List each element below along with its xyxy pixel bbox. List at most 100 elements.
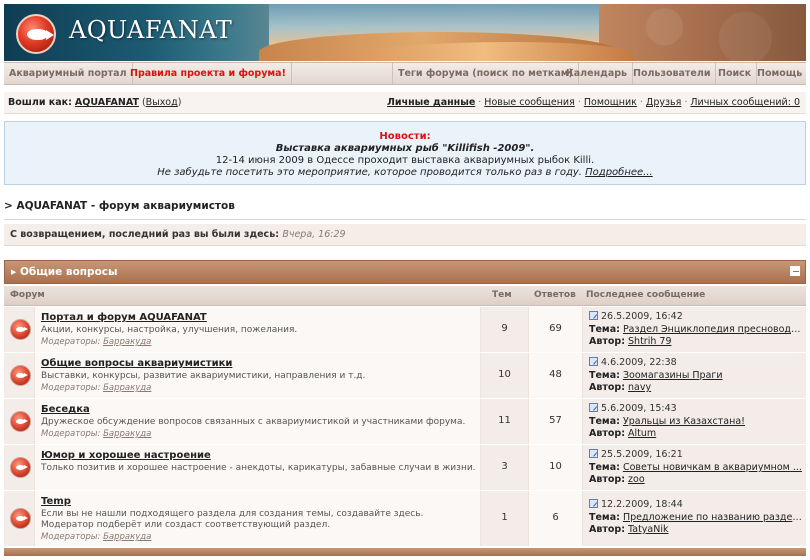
- last-post-author: Автор: Altum: [589, 428, 657, 439]
- author-link[interactable]: Altum: [628, 428, 656, 439]
- last-post-icon[interactable]: [589, 311, 598, 320]
- last-post-topic: Тема: Советы новичкам в аквариумном ...: [589, 462, 802, 473]
- col-last-post: Последнее сообщение: [586, 290, 706, 300]
- last-post-date: 12.2.2009, 18:44: [589, 499, 683, 510]
- forum-description: Модератор подберёт или создаст соответст…: [41, 520, 331, 530]
- forum-status-icon: [10, 457, 31, 478]
- forum-status-icon: [10, 319, 31, 340]
- main-nav: Аквариумный портал Правила проекта и фор…: [4, 62, 806, 85]
- category-header: ▸ Общие вопросы: [4, 260, 806, 284]
- nav-help[interactable]: Помощь: [752, 63, 807, 84]
- login-status: Вошли как: AQUAFANAT (Выход): [8, 97, 182, 108]
- last-post-author: Автор: navy: [589, 382, 652, 393]
- last-topic-link[interactable]: Предложение по названию раздела...: [623, 512, 805, 523]
- nav-users[interactable]: Пользователи: [628, 63, 717, 84]
- forum-moderators: Модераторы: Барракуда: [41, 337, 152, 347]
- breadcrumb-title[interactable]: AQUAFANAT - форум аквариумистов: [16, 200, 234, 212]
- username-link[interactable]: AQUAFANAT: [75, 97, 139, 108]
- profile-link[interactable]: Личные данные: [387, 97, 475, 108]
- banner-bubbles: [604, 4, 806, 61]
- forum-description: Если вы не нашли подходящего раздела для…: [41, 509, 424, 519]
- news-box: Новости: Выставка аквариумных рыб "Killi…: [4, 121, 806, 185]
- last-topic-link[interactable]: Советы новичкам в аквариумном ...: [623, 462, 802, 473]
- forum-moderators: Модераторы: Барракуда: [41, 532, 152, 542]
- author-link[interactable]: Shtrih 79: [628, 336, 671, 347]
- last-post-date: 25.5.2009, 16:21: [589, 449, 683, 460]
- table-row: Беседка Дружеское обсуждение вопросов св…: [4, 399, 806, 444]
- col-topics: Тем: [492, 290, 512, 300]
- col-posts: Ответов: [534, 290, 576, 300]
- post-count: 69: [549, 323, 562, 334]
- forum-description: Дружеское обсуждение вопросов связанных …: [41, 417, 466, 427]
- table-row: Общие вопросы аквариумистики Выставки, к…: [4, 353, 806, 398]
- table-row: Портал и форум AQUAFANAT Акции, конкурсы…: [4, 307, 806, 352]
- news-line: 12-14 июня 2009 в Одессе проходит выстав…: [215, 155, 595, 166]
- last-post-author: Автор: zoo: [589, 474, 645, 485]
- breadcrumb: > AQUAFANAT - форум аквариумистов: [4, 200, 235, 212]
- post-count: 48: [549, 369, 562, 380]
- author-link[interactable]: zoo: [628, 474, 645, 485]
- news-title: Выставка аквариумных рыб "Killifish -200…: [275, 143, 535, 154]
- table-row: Юмор и хорошее настроение Только позитив…: [4, 445, 806, 490]
- logo-icon[interactable]: [16, 14, 56, 54]
- news-line: Не забудьте посетить это мероприятие, ко…: [157, 167, 653, 178]
- user-links: Личные данные · Новые сообщения · Помощник · Д…: [387, 97, 800, 108]
- last-post-icon[interactable]: [589, 357, 598, 366]
- logout-link[interactable]: Выход: [146, 97, 178, 108]
- last-post-author: Автор: TatyaNik: [589, 524, 669, 535]
- forum-description: Выставки, конкурсы, развитие аквариумист…: [41, 371, 366, 381]
- author-link[interactable]: TatyaNik: [628, 524, 668, 535]
- forum-name[interactable]: Портал и форум AQUAFANAT: [41, 312, 207, 323]
- nav-search[interactable]: Поиск: [713, 63, 758, 84]
- last-post-topic: Тема: Уральцы из Казахстана!: [589, 416, 745, 427]
- forum-status-icon: [10, 411, 31, 432]
- col-forum: Форум: [10, 290, 45, 300]
- logo-text[interactable]: AQUAFANAT: [69, 16, 232, 44]
- forum-name[interactable]: Юмор и хорошее настроение: [41, 450, 211, 461]
- post-count: 10: [549, 461, 562, 472]
- nav-rules[interactable]: Правила проекта и форума!: [125, 63, 292, 84]
- moderator-link[interactable]: Барракуда: [103, 429, 151, 439]
- last-post-author: Автор: Shtrih 79: [589, 336, 672, 347]
- post-count: 57: [549, 415, 562, 426]
- nav-portal[interactable]: Аквариумный портал: [4, 63, 133, 84]
- last-visit-time: Вчера, 16:29: [282, 229, 346, 240]
- forum-name[interactable]: Общие вопросы аквариумистики: [41, 358, 232, 369]
- welcome-text: С возвращением, последний раз вы были зд…: [10, 229, 346, 240]
- last-post-date: 26.5.2009, 16:42: [589, 311, 683, 322]
- post-count: 6: [552, 512, 559, 523]
- forum-moderators: Модераторы: Барракуда: [41, 383, 152, 393]
- moderator-link[interactable]: Барракуда: [103, 532, 151, 542]
- last-post-date: 5.6.2009, 15:43: [589, 403, 677, 414]
- last-post-date: 4.6.2009, 22:38: [589, 357, 677, 368]
- breadcrumb-arrow-icon: >: [4, 200, 13, 212]
- forum-moderators: Модераторы: Барракуда: [41, 429, 152, 439]
- category-title[interactable]: ▸ Общие вопросы: [11, 266, 118, 278]
- topic-count: 1: [501, 512, 508, 523]
- last-post-icon[interactable]: [589, 449, 598, 458]
- nav-tags[interactable]: Теги форума (поиск по меткам): [392, 63, 579, 84]
- forum-name[interactable]: Беседка: [41, 404, 90, 415]
- messages-link[interactable]: Личных сообщений: 0: [690, 97, 800, 108]
- topic-count: 10: [498, 369, 511, 380]
- last-topic-link[interactable]: Уральцы из Казахстана!: [623, 416, 745, 427]
- friends-link[interactable]: Друзья: [646, 97, 681, 108]
- assistant-link[interactable]: Помощник: [584, 97, 637, 108]
- new-posts-link[interactable]: Новые сообщения: [484, 97, 575, 108]
- last-post-icon[interactable]: [589, 403, 598, 412]
- last-post-topic: Тема: Раздел Энциклопедия пресноводн...: [589, 324, 805, 335]
- news-more-link[interactable]: Подробнее...: [585, 167, 653, 178]
- collapse-icon[interactable]: [790, 266, 800, 276]
- moderator-link[interactable]: Барракуда: [103, 337, 151, 347]
- forum-status-icon: [10, 508, 31, 529]
- last-topic-link[interactable]: Раздел Энциклопедия пресноводн...: [623, 324, 805, 335]
- author-link[interactable]: navy: [628, 382, 651, 393]
- forum-name[interactable]: Temp: [41, 496, 71, 507]
- nav-calendar[interactable]: Календарь: [561, 63, 634, 84]
- divider: [4, 219, 806, 220]
- last-post-icon[interactable]: [589, 499, 598, 508]
- forum-status-icon: [10, 365, 31, 386]
- last-post-topic: Тема: Предложение по названию раздела...: [589, 512, 805, 523]
- last-topic-link[interactable]: Зоомагазины Праги: [623, 370, 723, 381]
- moderator-link[interactable]: Барракуда: [103, 383, 151, 393]
